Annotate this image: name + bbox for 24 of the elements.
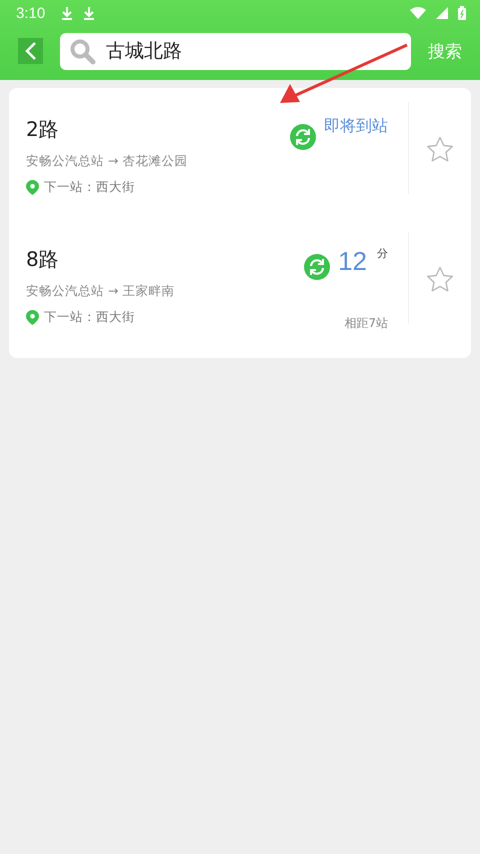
download-icon <box>83 6 96 20</box>
location-pin-icon <box>26 310 39 325</box>
download-icon <box>61 6 74 20</box>
location-pin-icon <box>26 180 39 195</box>
stop-distance: 相距7站 <box>344 315 388 332</box>
battery-icon <box>458 6 466 20</box>
minutes-unit: 分 <box>377 246 388 261</box>
arrival-minutes: 12 <box>338 246 367 276</box>
route-row[interactable]: 8路 安畅公汽总站 → 王家畔南 下一站：西大街 12 分 相距7站 <box>9 224 471 354</box>
route-direction: 安畅公汽总站 → 王家畔南 <box>26 283 176 300</box>
arrival-status: 即将到站 <box>324 116 388 137</box>
next-stop: 下一站：西大街 <box>44 309 135 326</box>
back-button[interactable] <box>18 38 43 64</box>
route-direction: 安畅公汽总站 → 杏花滩公园 <box>26 153 188 170</box>
signal-icon <box>436 7 448 19</box>
status-time: 3:10 <box>16 4 46 22</box>
wifi-icon <box>410 7 426 19</box>
refresh-icon <box>290 124 316 150</box>
next-stop: 下一站：西大街 <box>44 179 135 196</box>
back-icon <box>24 41 36 61</box>
search-field[interactable]: 古城北路 <box>60 32 411 70</box>
route-name: 2路 <box>26 116 60 143</box>
route-name: 8路 <box>26 246 60 273</box>
refresh-icon <box>304 254 330 280</box>
